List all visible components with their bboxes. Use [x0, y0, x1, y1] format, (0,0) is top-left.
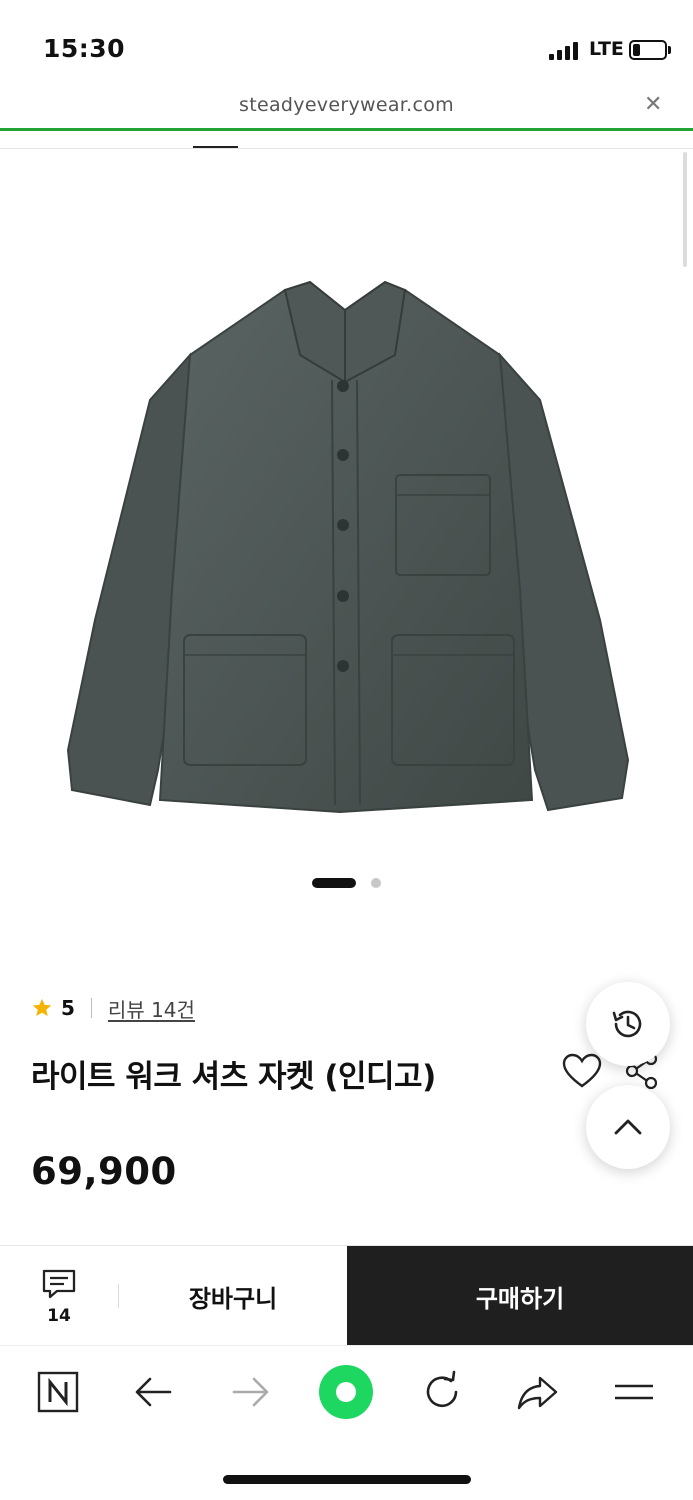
close-icon[interactable]: ✕: [644, 94, 662, 116]
buy-now-button[interactable]: 구매하기: [347, 1246, 693, 1346]
recent-history-button[interactable]: [586, 982, 670, 1066]
header-divider: [0, 148, 693, 149]
rating-value: 5: [61, 996, 75, 1020]
home-indicator: [223, 1475, 471, 1484]
share-arrow-icon: [517, 1376, 558, 1410]
status-bar: 15:30 LTE: [0, 0, 693, 90]
add-to-cart-button[interactable]: 장바구니: [119, 1246, 347, 1346]
scrollbar[interactable]: [683, 152, 687, 267]
browser-toolbar: [0, 1345, 693, 1440]
status-time: 15:30: [43, 34, 126, 63]
jacket-image: [66, 280, 630, 814]
naver-n-icon: [37, 1371, 79, 1413]
review-count: 14: [47, 1306, 71, 1326]
battery-icon: [629, 40, 667, 60]
arrow-left-icon: [135, 1377, 172, 1407]
loading-progress-bar: [0, 128, 693, 131]
address-bar[interactable]: steadyeverywear.com ✕: [0, 90, 693, 128]
chevron-up-icon: [614, 1119, 642, 1135]
share-page-button[interactable]: [514, 1368, 562, 1416]
network-label: LTE: [589, 38, 624, 60]
rating-row: 5 리뷰 14건: [31, 994, 195, 1022]
battery-cap: [668, 46, 671, 54]
heart-icon[interactable]: [562, 1053, 602, 1089]
menu-button[interactable]: [610, 1368, 658, 1416]
carousel-indicator[interactable]: [0, 878, 693, 888]
product-title: 라이트 워크 셔츠 자켓 (인디고): [31, 1059, 436, 1095]
carousel-dot[interactable]: [371, 878, 381, 888]
home-button[interactable]: [318, 1364, 374, 1420]
history-icon: [612, 1010, 642, 1038]
refresh-icon: [426, 1370, 458, 1408]
star-icon: [32, 998, 52, 1017]
product-price: 69,900: [31, 1150, 177, 1193]
arrow-right-icon: [232, 1377, 269, 1407]
review-link[interactable]: 리뷰 14건: [108, 994, 195, 1023]
back-button[interactable]: [130, 1368, 178, 1416]
review-comment-icon: [42, 1269, 76, 1299]
hamburger-icon: [615, 1384, 653, 1400]
purchase-bar: 14 장바구니 구매하기: [0, 1245, 693, 1346]
product-image[interactable]: [0, 150, 693, 970]
naver-n-button[interactable]: [34, 1368, 82, 1416]
review-button[interactable]: 14: [0, 1246, 118, 1346]
rating-divider: [90, 998, 92, 1018]
forward-button[interactable]: [226, 1368, 274, 1416]
url-text[interactable]: steadyeverywear.com: [0, 94, 693, 116]
signal-icon: [549, 42, 581, 60]
scroll-top-button[interactable]: [586, 1085, 670, 1169]
refresh-button[interactable]: [418, 1368, 466, 1416]
green-dot-icon: [319, 1365, 373, 1419]
carousel-dot-active[interactable]: [312, 878, 356, 888]
